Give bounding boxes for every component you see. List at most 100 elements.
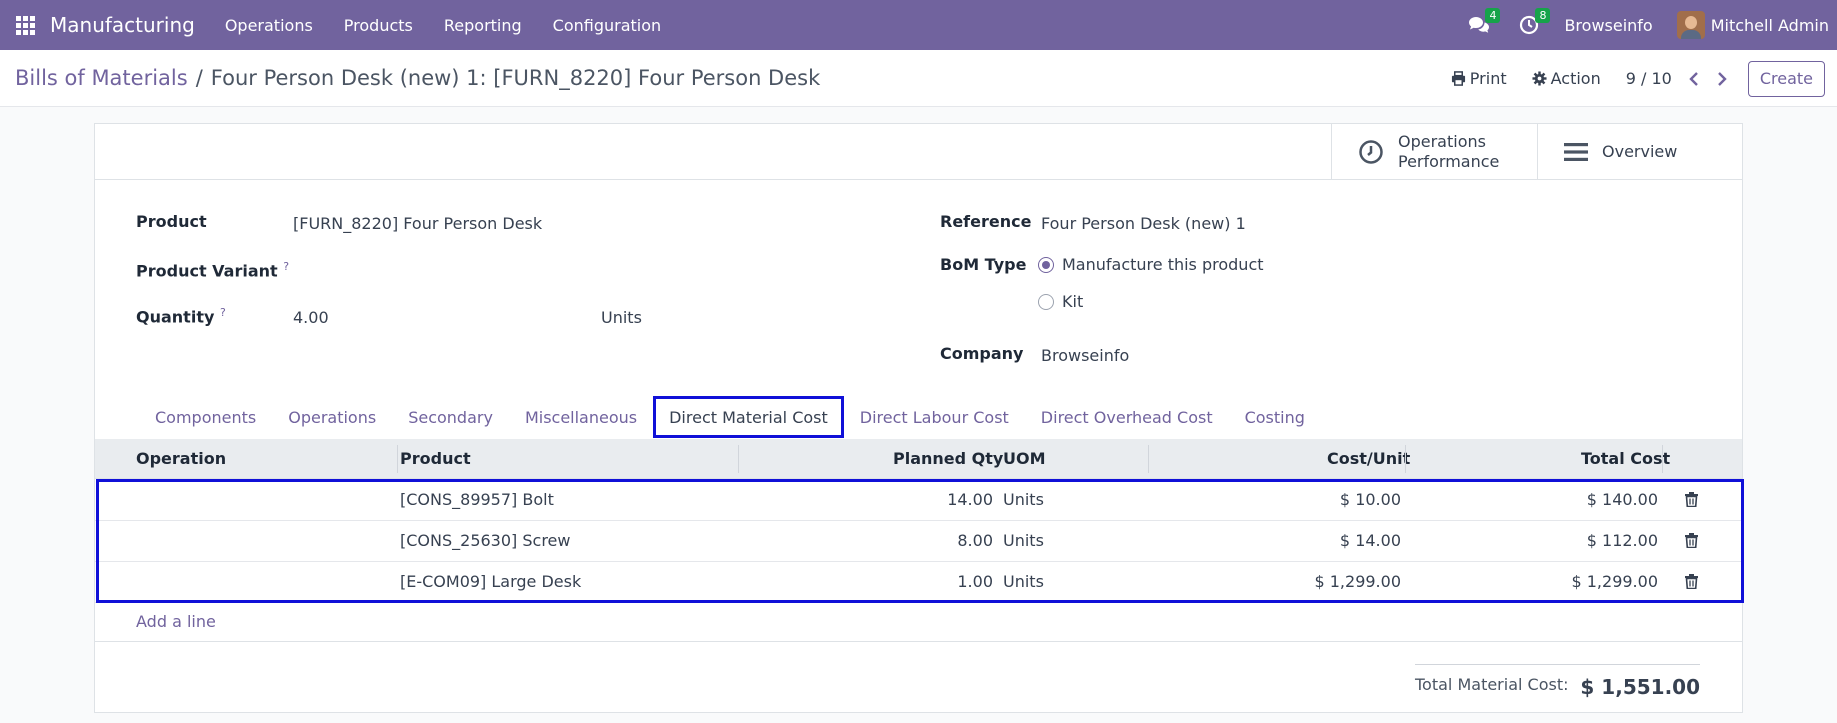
pager-value[interactable]: 9 / 10: [1626, 69, 1672, 88]
product-field[interactable]: [FURN_8220] Four Person Desk: [293, 214, 542, 233]
row-cost-unit: $ 10.00: [1339, 490, 1401, 509]
bom-type-manufacture-radio[interactable]: Manufacture this product: [1038, 255, 1264, 274]
help-tooltip-icon[interactable]: ?: [283, 260, 289, 273]
column-divider: [1148, 445, 1149, 473]
trash-icon[interactable]: [1685, 492, 1698, 507]
breadcrumb-parent[interactable]: Bills of Materials: [15, 66, 188, 90]
trash-icon[interactable]: [1685, 533, 1698, 548]
menu-operations[interactable]: Operations: [225, 16, 313, 35]
quantity-input[interactable]: 4.00: [293, 308, 329, 327]
total-material-cost-label: Total Material Cost:: [1415, 675, 1569, 694]
create-button[interactable]: Create: [1747, 60, 1825, 97]
table-row[interactable]: [E-COM09] Large Desk 1.00 Units $ 1,299.…: [95, 562, 1742, 603]
row-cost-unit: $ 1,299.00: [1314, 572, 1401, 591]
column-uom[interactable]: UOM: [1003, 439, 1046, 479]
overview-button[interactable]: Overview: [1537, 124, 1743, 179]
row-product: [E-COM09] Large Desk: [400, 572, 582, 591]
column-divider: [738, 445, 739, 473]
row-product: [CONS_89957] Bolt: [400, 490, 554, 509]
chevron-left-icon: [1689, 71, 1698, 86]
action-label: Action: [1550, 69, 1601, 88]
user-avatar[interactable]: [1676, 11, 1705, 39]
company-label: Company: [940, 344, 1024, 363]
row-total-cost: $ 140.00: [1586, 490, 1658, 509]
row-cost-unit: $ 14.00: [1339, 531, 1401, 550]
total-material-cost-value: $ 1,551.00: [1580, 675, 1700, 699]
table-row[interactable]: [CONS_89957] Bolt 14.00 Units $ 10.00 $ …: [95, 480, 1742, 521]
table-header: Operation Product Planned Qty UOM Cost/U…: [95, 439, 1742, 479]
tab-direct-material-cost[interactable]: Direct Material Cost: [653, 396, 844, 438]
app-name[interactable]: Manufacturing: [50, 13, 195, 37]
column-divider: [1405, 445, 1406, 473]
add-line-link[interactable]: Add a line: [136, 612, 216, 631]
notebook-tabs: Components Operations Secondary Miscella…: [139, 396, 1321, 438]
column-cost-unit[interactable]: Cost/Unit: [1327, 439, 1410, 479]
print-button[interactable]: Print: [1451, 69, 1507, 88]
messages-count-badge: 4: [1485, 8, 1501, 23]
company-switcher[interactable]: Browseinfo: [1564, 16, 1652, 35]
product-label: Product: [136, 212, 207, 231]
menu-configuration[interactable]: Configuration: [553, 16, 662, 35]
radio-checked-icon: [1038, 256, 1054, 273]
company-field[interactable]: Browseinfo: [1041, 346, 1129, 365]
total-material-cost: Total Material Cost: $ 1,551.00: [1415, 664, 1700, 699]
tab-direct-labour-cost[interactable]: Direct Labour Cost: [844, 396, 1025, 438]
row-total-cost: $ 1,299.00: [1571, 572, 1658, 591]
column-operation[interactable]: Operation: [136, 439, 226, 479]
row-uom: Units: [1003, 531, 1044, 550]
bom-type-kit-radio[interactable]: Kit: [1038, 292, 1083, 311]
table-row[interactable]: [CONS_25630] Screw 8.00 Units $ 14.00 $ …: [95, 521, 1742, 562]
row-planned-qty: 14.00: [947, 490, 993, 509]
product-variant-label-text: Product Variant: [136, 261, 278, 281]
column-product[interactable]: Product: [400, 439, 471, 479]
messages-button[interactable]: 4: [1464, 0, 1501, 50]
tab-direct-overhead-cost[interactable]: Direct Overhead Cost: [1025, 396, 1229, 438]
tab-components[interactable]: Components: [139, 396, 272, 438]
apps-menu-icon[interactable]: [0, 0, 50, 50]
help-tooltip-icon[interactable]: ?: [220, 306, 226, 319]
activities-button[interactable]: 8: [1514, 0, 1551, 50]
control-panel: Bills of Materials / Four Person Desk (n…: [0, 50, 1837, 107]
print-label: Print: [1469, 69, 1507, 88]
reference-field[interactable]: Four Person Desk (new) 1: [1041, 214, 1246, 233]
row-uom: Units: [1003, 490, 1044, 509]
activities-count-badge: 8: [1535, 8, 1551, 23]
tab-miscellaneous[interactable]: Miscellaneous: [509, 396, 653, 438]
menu-products[interactable]: Products: [344, 16, 413, 35]
column-planned-qty[interactable]: Planned Qty: [893, 439, 1003, 479]
tab-costing[interactable]: Costing: [1229, 396, 1321, 438]
pager-previous[interactable]: [1684, 67, 1704, 91]
operations-performance-button[interactable]: Operations Performance: [1331, 124, 1537, 179]
menu-reporting[interactable]: Reporting: [444, 16, 522, 35]
smart-button-box: Operations Performance Overview: [95, 124, 1742, 180]
operations-performance-line1: Operations: [1398, 131, 1486, 151]
column-divider: [1662, 445, 1663, 473]
product-variant-label: Product Variant ?: [136, 260, 289, 280]
trash-icon[interactable]: [1685, 574, 1698, 589]
overview-label: Overview: [1602, 142, 1678, 161]
row-planned-qty: 8.00: [957, 531, 993, 550]
tab-secondary[interactable]: Secondary: [392, 396, 509, 438]
operations-performance-line2: Performance: [1398, 151, 1500, 171]
tab-operations[interactable]: Operations: [272, 396, 392, 438]
printer-icon: [1451, 71, 1465, 86]
quantity-uom-field[interactable]: Units: [601, 308, 642, 327]
action-button[interactable]: Action: [1532, 69, 1601, 88]
bom-type-kit-label: Kit: [1062, 292, 1084, 311]
reference-label: Reference: [940, 212, 1032, 231]
row-product: [CONS_25630] Screw: [400, 531, 571, 550]
form-sheet: Operations Performance Overview Product …: [94, 123, 1744, 713]
row-uom: Units: [1003, 572, 1044, 591]
user-menu[interactable]: Mitchell Admin: [1711, 16, 1829, 35]
breadcrumb-current: Four Person Desk (new) 1: [FURN_8220] Fo…: [210, 66, 821, 90]
clock-icon: [1359, 139, 1383, 164]
footer-divider: [95, 641, 1742, 642]
quantity-label-text: Quantity: [136, 307, 215, 327]
pager-next[interactable]: [1712, 67, 1732, 91]
column-divider: [397, 445, 398, 473]
row-planned-qty: 1.00: [957, 572, 993, 591]
breadcrumb: Bills of Materials / Four Person Desk (n…: [15, 66, 820, 90]
bars-icon: [1564, 142, 1588, 161]
quantity-label: Quantity ?: [136, 306, 226, 326]
column-total-cost[interactable]: Total Cost: [1581, 439, 1670, 479]
